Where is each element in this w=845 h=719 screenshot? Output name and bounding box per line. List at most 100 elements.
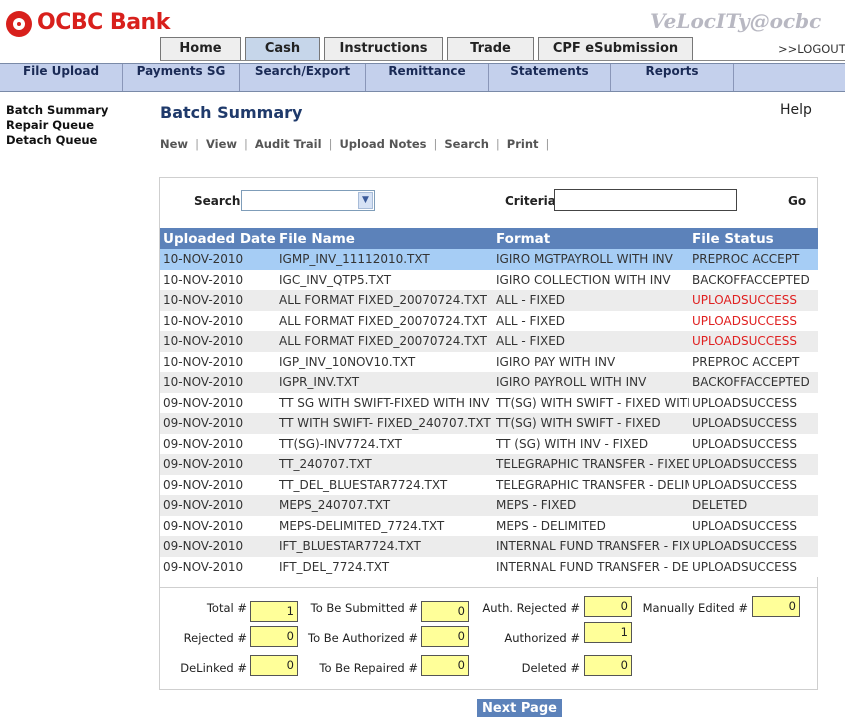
search-label: Search bbox=[194, 194, 241, 208]
velocity-logo: VeLocITy@ocbc bbox=[650, 9, 822, 33]
action-audit-trail[interactable]: Audit Trail bbox=[255, 137, 322, 151]
cell-file-status: UPLOADSUCCESS bbox=[689, 310, 818, 331]
cell-file-name: TT SG WITH SWIFT-FIXED WITH INV bbox=[276, 392, 493, 413]
table-header-row: Uploaded Date File Name Format File Stat… bbox=[160, 228, 818, 249]
column-header-uploaded-date[interactable]: Uploaded Date bbox=[160, 228, 276, 249]
page-title: Batch Summary bbox=[160, 103, 303, 122]
table-row[interactable]: 09-NOV-2010 TT(SG)-INV7724.TXT TT (SG) WIT… bbox=[160, 433, 818, 454]
counter-label-to-be-repaired: To Be Repaired # bbox=[319, 661, 418, 675]
subtab-file-upload[interactable]: File Upload bbox=[0, 64, 123, 91]
cell-file-status: BACKOFFACCEPTED bbox=[689, 372, 818, 393]
table-row[interactable]: 09-NOV-2010 TT WITH SWIFT- FIXED_240707.T… bbox=[160, 413, 818, 434]
cell-file-status: PREPROC ACCEPT bbox=[689, 249, 818, 270]
counter-value-manually-edited: 0 bbox=[752, 596, 800, 617]
table-row[interactable]: 09-NOV-2010 IFT_DEL_7724.TXT INTERNAL FUND… bbox=[160, 556, 818, 577]
cell-uploaded-date: 09-NOV-2010 bbox=[160, 413, 276, 434]
tab-cpf-esubmission[interactable]: CPF eSubmission bbox=[538, 37, 693, 60]
counter-value-auth-rejected: 0 bbox=[584, 596, 632, 617]
cell-format: ALL - FIXED bbox=[493, 331, 689, 352]
cell-format: IGIRO COLLECTION WITH INV bbox=[493, 269, 689, 290]
table-row[interactable]: 09-NOV-2010 IFT_BLUESTAR7724.TXT INTERNAL … bbox=[160, 536, 818, 557]
table-row[interactable]: 10-NOV-2010 ALL FORMAT FIXED_20070724.TXT… bbox=[160, 310, 818, 331]
table-row[interactable]: 10-NOV-2010 ALL FORMAT FIXED_20070724.TXT… bbox=[160, 290, 818, 311]
tab-cash[interactable]: Cash bbox=[245, 37, 320, 61]
go-button[interactable]: Go bbox=[788, 194, 806, 208]
column-header-file-name[interactable]: File Name bbox=[276, 228, 493, 249]
separator: | bbox=[495, 137, 500, 151]
table-row[interactable]: 10-NOV-2010 IGC_INV_QTP5.TXT IGIRO COLLECT… bbox=[160, 269, 818, 290]
cell-file-name: ALL FORMAT FIXED_20070724.TXT bbox=[276, 290, 493, 311]
table-row[interactable]: 09-NOV-2010 MEPS-DELIMITED_7724.TXT MEPS -… bbox=[160, 515, 818, 536]
sidebar-item-detach-queue[interactable]: Detach Queue bbox=[6, 133, 97, 148]
table-row[interactable]: 09-NOV-2010 TT_DEL_BLUESTAR7724.TXT TELEGR… bbox=[160, 474, 818, 495]
search-select[interactable]: ▼ bbox=[241, 190, 375, 211]
chevron-down-icon[interactable]: ▼ bbox=[358, 192, 373, 209]
cell-file-name: IGC_INV_QTP5.TXT bbox=[276, 269, 493, 290]
cell-format: TELEGRAPHIC TRANSFER - FIXED bbox=[493, 454, 689, 475]
sidebar-item-batch-summary[interactable]: Batch Summary bbox=[6, 103, 108, 118]
counter-label-authorized: Authorized # bbox=[504, 631, 580, 645]
table-row[interactable]: 09-NOV-2010 MEPS_240707.TXT MEPS - FIXED DE… bbox=[160, 495, 818, 516]
cell-uploaded-date: 09-NOV-2010 bbox=[160, 433, 276, 454]
cell-file-status: UPLOADSUCCESS bbox=[689, 474, 818, 495]
table-row[interactable]: 09-NOV-2010 TT SG WITH SWIFT-FIXED WITH I… bbox=[160, 392, 818, 413]
cell-file-name: ALL FORMAT FIXED_20070724.TXT bbox=[276, 310, 493, 331]
counter-value-delinked: 0 bbox=[250, 655, 298, 676]
action-print[interactable]: Print bbox=[507, 137, 539, 151]
table-row[interactable]: 10-NOV-2010 IGMP_INV_11112010.TXT IGIRO MG… bbox=[160, 249, 818, 270]
counter-label-delinked: DeLinked # bbox=[180, 661, 247, 675]
counter-label-deleted: Deleted # bbox=[521, 661, 580, 675]
cell-file-name: ALL FORMAT FIXED_20070724.TXT bbox=[276, 331, 493, 352]
cell-uploaded-date: 09-NOV-2010 bbox=[160, 454, 276, 475]
cell-file-name: IFT_DEL_7724.TXT bbox=[276, 556, 493, 577]
cell-uploaded-date: 10-NOV-2010 bbox=[160, 331, 276, 352]
table-row[interactable]: 10-NOV-2010 IGP_INV_10NOV10.TXT IGIRO PAY … bbox=[160, 351, 818, 372]
counter-value-total: 1 bbox=[250, 601, 298, 622]
cell-format: TT (SG) WITH INV - FIXED bbox=[493, 433, 689, 454]
cell-file-status: PREPROC ACCEPT bbox=[689, 351, 818, 372]
ocbc-logo-icon bbox=[6, 11, 32, 37]
cell-uploaded-date: 09-NOV-2010 bbox=[160, 515, 276, 536]
cell-file-name: MEPS-DELIMITED_7724.TXT bbox=[276, 515, 493, 536]
counter-value-to-be-repaired: 0 bbox=[421, 655, 469, 676]
cell-format: INTERNAL FUND TRANSFER - FIXE bbox=[493, 536, 689, 557]
column-header-format[interactable]: Format bbox=[493, 228, 689, 249]
table-row[interactable]: 09-NOV-2010 TT_240707.TXT TELEGRAPHIC TRAN… bbox=[160, 454, 818, 475]
cell-file-status: UPLOADSUCCESS bbox=[689, 331, 818, 352]
cell-file-status: UPLOADSUCCESS bbox=[689, 515, 818, 536]
action-bar: New | View | Audit Trail | Upload Notes | Search… bbox=[160, 137, 556, 151]
action-new[interactable]: New bbox=[160, 137, 188, 151]
tab-instructions[interactable]: Instructions bbox=[324, 37, 443, 60]
table-row[interactable]: 10-NOV-2010 ALL FORMAT FIXED_20070724.TXT… bbox=[160, 331, 818, 352]
next-page-button[interactable]: Next Page bbox=[477, 699, 562, 717]
subtab-search-export[interactable]: Search/Export bbox=[240, 64, 366, 91]
cell-format: IGIRO MGTPAYROLL WITH INV bbox=[493, 249, 689, 270]
tab-underline bbox=[160, 60, 845, 61]
subtab-remittance[interactable]: Remittance bbox=[366, 64, 489, 91]
action-view[interactable]: View bbox=[206, 137, 237, 151]
action-upload-notes[interactable]: Upload Notes bbox=[339, 137, 426, 151]
action-search[interactable]: Search bbox=[444, 137, 489, 151]
counter-label-rejected: Rejected # bbox=[183, 631, 247, 645]
cell-uploaded-date: 10-NOV-2010 bbox=[160, 249, 276, 270]
column-header-file-status[interactable]: File Status bbox=[689, 228, 818, 249]
sub-navigation: File Upload Payments SG Search/Export Re… bbox=[0, 63, 845, 92]
cell-format: TT(SG) WITH SWIFT - FIXED bbox=[493, 413, 689, 434]
subtab-reports[interactable]: Reports bbox=[611, 64, 734, 91]
subtab-statements[interactable]: Statements bbox=[489, 64, 611, 91]
sidebar-item-repair-queue[interactable]: Repair Queue bbox=[6, 118, 94, 133]
criteria-input[interactable] bbox=[554, 189, 737, 211]
cell-format: MEPS - DELIMITED bbox=[493, 515, 689, 536]
tab-trade[interactable]: Trade bbox=[447, 37, 534, 60]
counter-value-to-be-submitted: 0 bbox=[421, 601, 469, 622]
counter-label-to-be-submitted: To Be Submitted # bbox=[310, 601, 418, 615]
separator: | bbox=[433, 137, 438, 151]
tab-home[interactable]: Home bbox=[160, 37, 241, 60]
cell-file-status: UPLOADSUCCESS bbox=[689, 536, 818, 557]
help-link[interactable]: Help bbox=[780, 102, 812, 118]
separator: | bbox=[328, 137, 333, 151]
logout-link[interactable]: >>LOGOUT bbox=[778, 42, 845, 56]
subtab-payments-sg[interactable]: Payments SG bbox=[123, 64, 240, 91]
separator: | bbox=[545, 137, 550, 151]
table-row[interactable]: 10-NOV-2010 IGPR_INV.TXT IGIRO PAYROLL WIT… bbox=[160, 372, 818, 393]
